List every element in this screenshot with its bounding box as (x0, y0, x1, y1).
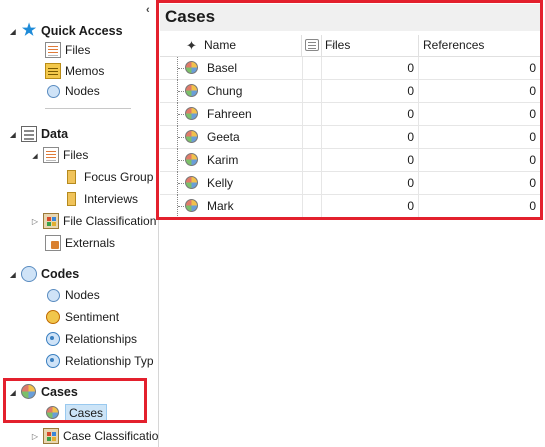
sentiment-icon (45, 309, 61, 325)
section-label: Data (41, 127, 69, 141)
nav-item-externals[interactable]: Externals (45, 233, 115, 253)
section-codes[interactable]: Codes (8, 264, 79, 284)
section-data[interactable]: Data (8, 124, 68, 144)
nav-item-quick-memos[interactable]: Memos (45, 61, 104, 81)
nav-item-quick-files[interactable]: Files (45, 40, 90, 60)
nav-item-case-classifications[interactable]: Case Classificatio (30, 426, 158, 446)
expand-toggle-icon[interactable] (30, 432, 40, 441)
nav-item-sentiment[interactable]: Sentiment (45, 307, 119, 327)
nodes-icon (45, 287, 61, 303)
collapse-pane-icon[interactable]: ‹ (146, 4, 150, 16)
nav-item-files[interactable]: Files (30, 145, 88, 165)
relationship-types-icon (45, 353, 61, 369)
section-quick-access[interactable]: ★ Quick Access (8, 21, 123, 41)
folder-icon (64, 191, 80, 207)
relationships-icon (45, 331, 61, 347)
highlight-box-nav (3, 378, 147, 423)
memos-icon (45, 63, 61, 79)
classification-icon (43, 213, 59, 229)
navigation-pane: ‹ ★ Quick Access Files Memos Nodes Data … (0, 0, 159, 447)
codes-icon (21, 266, 37, 282)
nav-item-relationships[interactable]: Relationships (45, 329, 137, 349)
nav-item-interviews[interactable]: Interviews (64, 189, 138, 209)
expand-toggle-icon[interactable] (8, 130, 18, 139)
files-icon (45, 42, 61, 58)
section-label: Quick Access (41, 24, 123, 38)
nav-item-quick-nodes[interactable]: Nodes (45, 81, 100, 101)
nodes-icon (45, 83, 61, 99)
star-icon: ★ (21, 22, 37, 39)
section-label: Codes (41, 267, 80, 281)
data-icon (21, 126, 37, 142)
externals-icon (45, 235, 61, 251)
files-icon (43, 147, 59, 163)
highlight-box-panel (156, 0, 543, 220)
expand-toggle-icon[interactable] (8, 270, 18, 279)
nav-item-focus-group[interactable]: Focus Group (64, 167, 153, 187)
folder-icon (64, 169, 80, 185)
expand-toggle-icon[interactable] (30, 217, 40, 226)
nav-item-relationship-types[interactable]: Relationship Typ (45, 351, 154, 371)
expand-toggle-icon[interactable] (30, 151, 40, 160)
expand-toggle-icon[interactable] (8, 27, 18, 36)
divider (45, 108, 131, 109)
nav-item-nodes[interactable]: Nodes (45, 285, 100, 305)
nav-item-file-classification[interactable]: File Classification (30, 211, 156, 231)
classification-icon (43, 428, 59, 444)
